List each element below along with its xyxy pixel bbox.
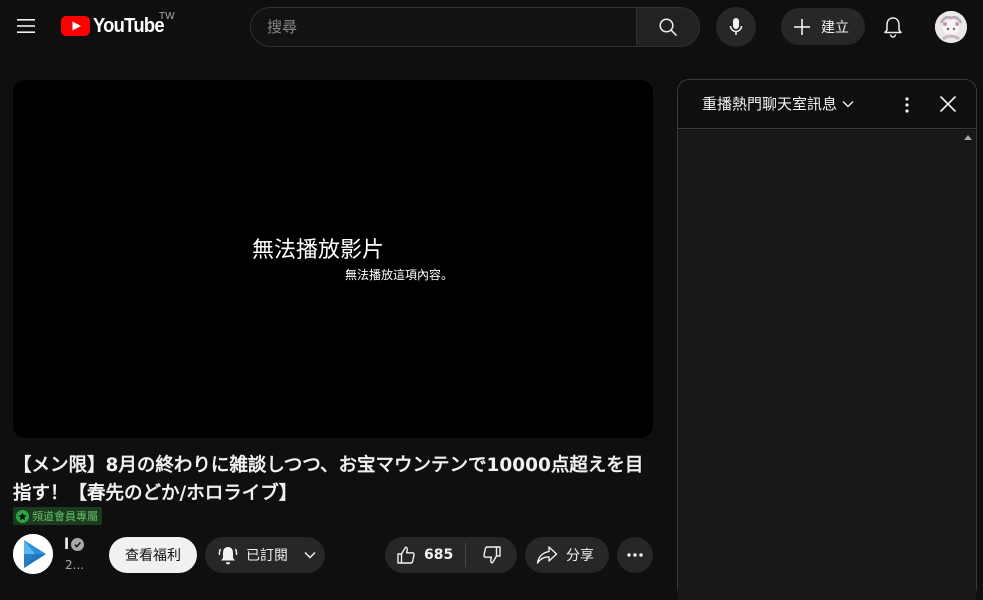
members-star-icon — [16, 509, 29, 523]
avatar-image — [935, 11, 967, 43]
video-title: 【メン限】8月の終わりに雑談しつつ、お宝マウンテンで10000点超えを目指す！【… — [13, 455, 644, 504]
youtube-play-icon — [61, 16, 90, 36]
subscriber-count: 2... — [65, 558, 85, 572]
hamburger-icon — [17, 19, 35, 33]
view-perks-button[interactable]: 查看福利 — [109, 537, 197, 573]
chat-header: 重播熱門聊天室訊息 — [678, 80, 976, 129]
player-error-title: 無法播放影片 — [251, 238, 384, 263]
bell-icon — [884, 17, 902, 38]
chat-title: 重播熱門聊天室訊息 — [702, 95, 838, 113]
microphone-icon — [729, 18, 743, 35]
thumbs-down-icon — [482, 546, 501, 564]
thumbs-up-icon — [397, 546, 415, 564]
close-icon — [939, 95, 957, 113]
search-icon — [659, 18, 678, 37]
share-button[interactable]: 分享 — [525, 537, 609, 573]
voice-search-button[interactable] — [716, 7, 756, 47]
like-button[interactable]: 685 — [385, 537, 465, 573]
search-box — [250, 7, 637, 47]
youtube-logo[interactable]: YouTube — [61, 14, 170, 38]
chat-messages-area[interactable] — [678, 130, 976, 600]
like-count: 685 — [424, 547, 454, 563]
chevron-down-icon — [304, 551, 316, 559]
share-label: 分享 — [566, 548, 594, 564]
subscribed-label: 已訂閱 — [246, 548, 288, 564]
create-button[interactable]: 建立 — [781, 8, 865, 45]
verified-icon — [71, 538, 84, 551]
more-actions-button[interactable] — [617, 537, 653, 573]
player-error-message: 無法播放這項內容。 — [345, 268, 454, 282]
search-input[interactable] — [267, 18, 637, 36]
chat-mode-selector[interactable]: 重播熱門聊天室訊息 — [702, 93, 855, 114]
video-player[interactable]: 無法播放影片 無法播放這項內容。 — [13, 80, 653, 438]
members-only-badge: 頻道會員專屬 — [13, 507, 102, 525]
like-dislike-group: 685 — [385, 537, 517, 573]
chat-more-options-button[interactable] — [894, 92, 920, 118]
chevron-down-icon — [842, 100, 854, 107]
scroll-up-arrow-icon[interactable] — [964, 135, 972, 140]
country-code: TW — [159, 11, 175, 22]
menu-button[interactable] — [6, 6, 46, 46]
channel-name[interactable]: l — [64, 535, 69, 553]
account-avatar[interactable] — [935, 11, 967, 43]
more-horizontal-icon — [627, 553, 643, 557]
subscribed-button[interactable]: 已訂閱 — [205, 537, 325, 573]
notifications-button[interactable] — [873, 7, 913, 47]
search-button[interactable] — [636, 7, 700, 47]
members-badge-label: 頻道會員專屬 — [32, 510, 98, 523]
chat-close-button[interactable] — [934, 90, 962, 118]
more-vertical-icon — [905, 97, 909, 113]
logo-text: YouTube — [93, 14, 165, 37]
plus-icon — [794, 18, 810, 35]
live-chat-replay-panel: 重播熱門聊天室訊息 — [677, 79, 977, 600]
masthead: YouTube TW 建立 — [0, 0, 983, 56]
channel-avatar[interactable] — [13, 534, 53, 574]
channel-avatar-image — [13, 534, 53, 574]
create-label: 建立 — [821, 19, 849, 36]
dislike-button[interactable] — [466, 537, 517, 573]
bell-ringing-icon — [218, 547, 238, 565]
share-icon — [536, 546, 558, 564]
